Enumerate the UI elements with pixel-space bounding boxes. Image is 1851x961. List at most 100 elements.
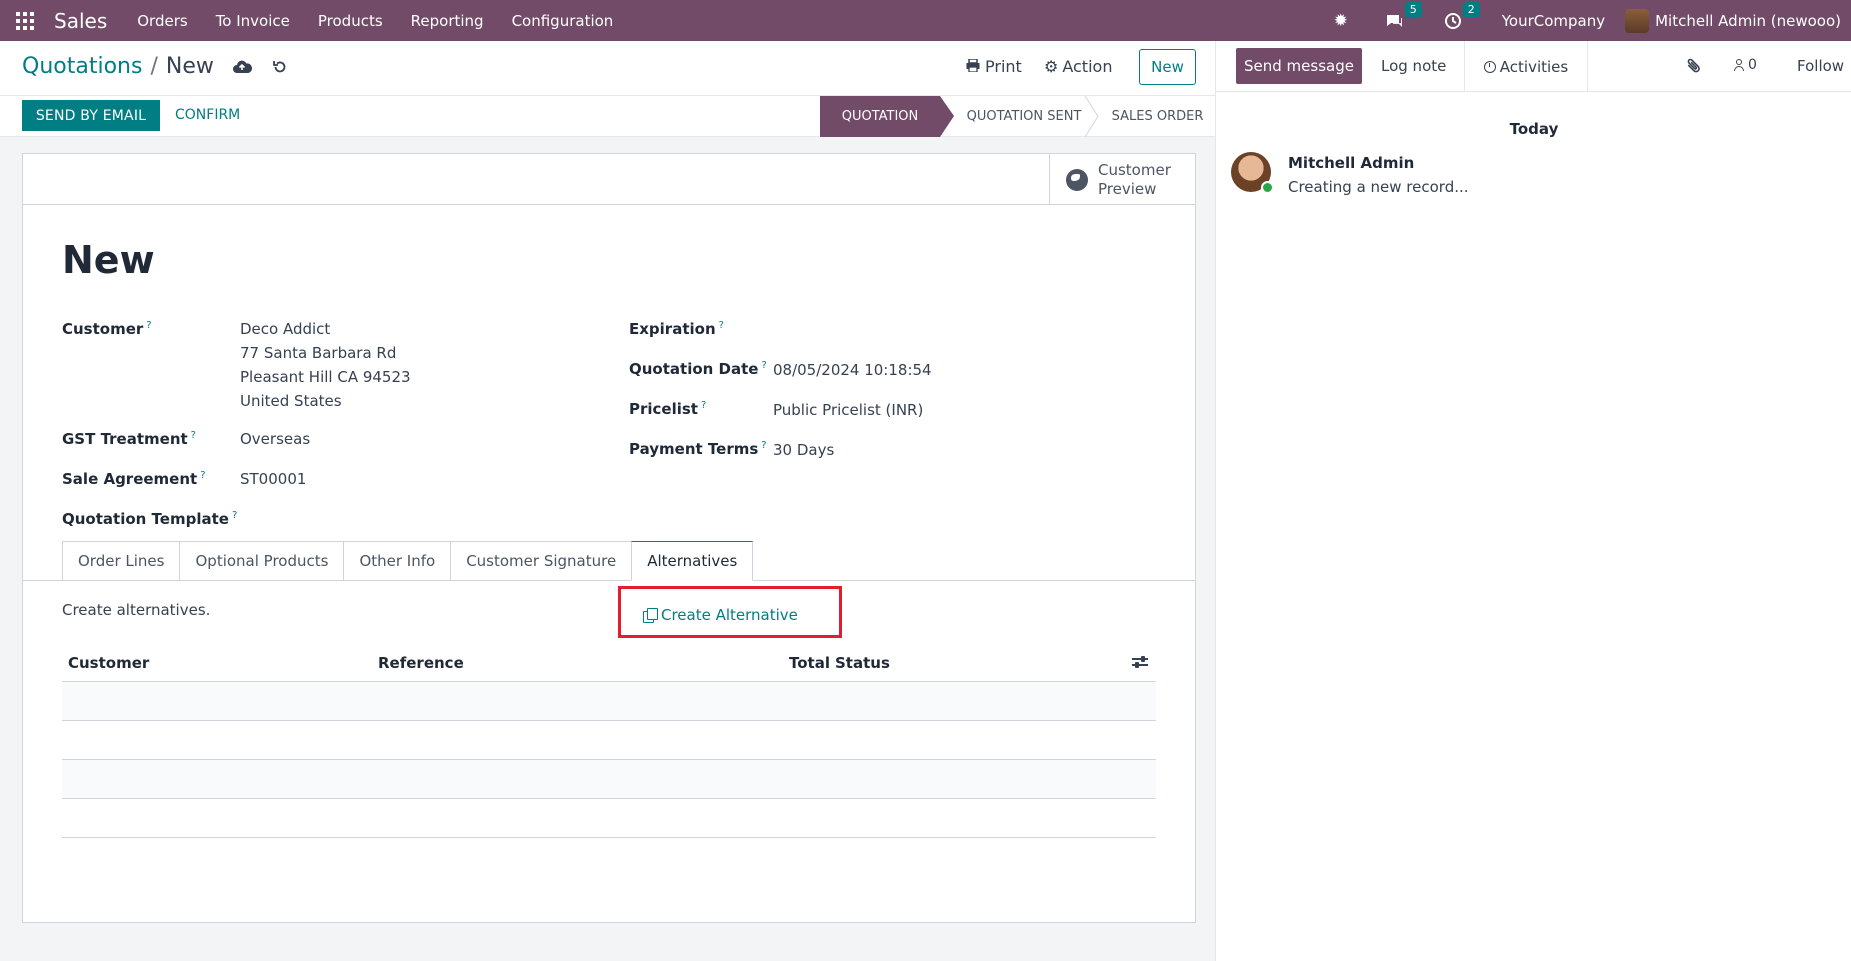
column-status[interactable]: Status [835, 654, 890, 672]
app-name[interactable]: Sales [54, 9, 107, 33]
debug-bug-icon[interactable]: ✹ [1330, 10, 1352, 32]
company-switcher[interactable]: YourCompany [1502, 12, 1605, 30]
payment-terms-label: Payment Terms? [629, 440, 767, 458]
online-status-icon [1261, 181, 1274, 194]
followers-count: 0 [1748, 57, 1757, 73]
customer-label: Customer? [62, 320, 152, 338]
gear-icon: ⚙ [1044, 57, 1059, 76]
user-menu[interactable]: Mitchell Admin (newooo) [1655, 12, 1841, 30]
messages-icon[interactable]: 5 [1384, 1, 1422, 32]
payment-terms-field[interactable]: 30 Days [773, 438, 834, 462]
tab-alternatives[interactable]: Alternatives [631, 541, 754, 581]
apps-menu-icon[interactable] [16, 11, 40, 31]
discard-undo-icon[interactable] [270, 57, 290, 77]
print-icon [966, 57, 980, 76]
tab-order-lines[interactable]: Order Lines [62, 541, 180, 581]
help-tooltip-icon[interactable]: ? [232, 510, 237, 521]
activities-clock-icon[interactable]: 2 [1442, 1, 1480, 32]
menu-reporting[interactable]: Reporting [411, 12, 484, 30]
activities-button[interactable]: Activities [1464, 41, 1588, 92]
record-title: New [62, 238, 155, 282]
menu-orders[interactable]: Orders [137, 12, 187, 30]
menu-to-invoice[interactable]: To Invoice [216, 12, 290, 30]
clock-icon [1483, 60, 1496, 73]
tab-other-info[interactable]: Other Info [343, 541, 451, 581]
customer-field[interactable]: Deco Addict 77 Santa Barbara Rd Pleasant… [240, 317, 411, 413]
expiration-label: Expiration? [629, 320, 724, 338]
message-body: Creating a new record... [1288, 178, 1469, 196]
help-tooltip-icon[interactable]: ? [191, 430, 196, 441]
column-total[interactable]: Total [789, 654, 830, 672]
sale-agreement-field[interactable]: ST00001 [240, 467, 306, 491]
customer-city: Pleasant Hill CA 94523 [240, 368, 411, 386]
column-customer[interactable]: Customer [68, 654, 149, 672]
action-button[interactable]: ⚙ Action [1044, 57, 1112, 76]
new-button[interactable]: New [1139, 49, 1196, 85]
menu-products[interactable]: Products [318, 12, 383, 30]
log-note-button[interactable]: Log note [1381, 57, 1446, 75]
tab-customer-signature[interactable]: Customer Signature [450, 541, 632, 581]
quotation-template-label: Quotation Template? [62, 510, 238, 528]
quotation-date-label: Quotation Date? [629, 360, 767, 378]
help-tooltip-icon[interactable]: ? [719, 320, 724, 331]
message-author[interactable]: Mitchell Admin [1288, 154, 1414, 172]
print-label: Print [985, 57, 1022, 76]
create-alternative-label: Create Alternative [661, 606, 798, 624]
gst-treatment-label: GST Treatment? [62, 430, 196, 448]
customer-country: United States [240, 392, 342, 410]
button-box: Customer Preview [23, 154, 1195, 205]
tab-optional-products[interactable]: Optional Products [179, 541, 344, 581]
print-button[interactable]: Print [966, 57, 1022, 76]
top-navbar: Sales Orders To Invoice Products Reporti… [0, 0, 1851, 41]
control-panel: Quotations / New Print ⚙ Action New [0, 41, 1215, 96]
table-row [62, 799, 1156, 838]
alternatives-table: Customer Reference Total Status [62, 643, 1156, 838]
pricelist-field[interactable]: Public Pricelist (INR) [773, 398, 923, 422]
followers-button[interactable]: 0 [1734, 57, 1757, 73]
form-sheet: Customer Preview New Customer? Deco Addi… [22, 153, 1196, 923]
user-avatar[interactable] [1625, 8, 1650, 33]
table-row [62, 760, 1156, 799]
table-row [62, 721, 1156, 760]
breadcrumb-quotations-link[interactable]: Quotations [22, 54, 142, 79]
stage-sales-order[interactable]: SALES ORDER [1100, 96, 1215, 137]
follow-button[interactable]: Follow [1797, 57, 1844, 75]
pricelist-label: Pricelist? [629, 400, 707, 418]
confirm-button[interactable]: CONFIRM [175, 107, 240, 123]
messages-badge: 5 [1404, 1, 1422, 18]
customer-preview-label-2: Preview [1098, 179, 1157, 198]
status-bar: SEND BY EMAIL CONFIRM QUOTATION QUOTATIO… [0, 96, 1215, 137]
send-by-email-button[interactable]: SEND BY EMAIL [22, 100, 160, 131]
customer-preview-label-1: Customer [1098, 160, 1171, 179]
optional-columns-icon[interactable] [1132, 655, 1148, 669]
alternatives-description: Create alternatives. [62, 601, 211, 619]
chatter-panel: Send message Log note Activities 0 Follo… [1215, 41, 1851, 961]
sale-agreement-label: Sale Agreement? [62, 470, 206, 488]
table-header: Customer Reference Total Status [62, 643, 1156, 682]
column-reference[interactable]: Reference [378, 654, 464, 672]
help-tooltip-icon[interactable]: ? [761, 440, 766, 451]
person-icon [1734, 59, 1744, 71]
send-message-button[interactable]: Send message [1236, 48, 1362, 84]
customer-preview-button[interactable]: Customer Preview [1049, 154, 1195, 205]
action-label: Action [1062, 57, 1113, 76]
stage-quotation[interactable]: QUOTATION [820, 96, 940, 137]
breadcrumb: Quotations / New [22, 54, 290, 79]
menu-configuration[interactable]: Configuration [512, 12, 614, 30]
create-alternative-button[interactable]: Create Alternative [643, 606, 798, 624]
save-cloud-icon[interactable] [232, 57, 252, 77]
table-row [62, 682, 1156, 721]
help-tooltip-icon[interactable]: ? [200, 470, 205, 481]
gst-treatment-field[interactable]: Overseas [240, 427, 310, 451]
customer-name: Deco Addict [240, 320, 331, 338]
stage-quotation-sent[interactable]: QUOTATION SENT [954, 96, 1094, 137]
help-tooltip-icon[interactable]: ? [761, 360, 766, 371]
globe-icon [1066, 168, 1088, 191]
date-separator: Today [1509, 120, 1559, 138]
quotation-date-field[interactable]: 08/05/2024 10:18:54 [773, 358, 932, 382]
help-tooltip-icon[interactable]: ? [701, 400, 706, 411]
stage-arrow-active [940, 96, 954, 137]
paperclip-icon[interactable] [1682, 54, 1708, 80]
stage-divider [1085, 96, 1099, 137]
help-tooltip-icon[interactable]: ? [146, 320, 151, 331]
